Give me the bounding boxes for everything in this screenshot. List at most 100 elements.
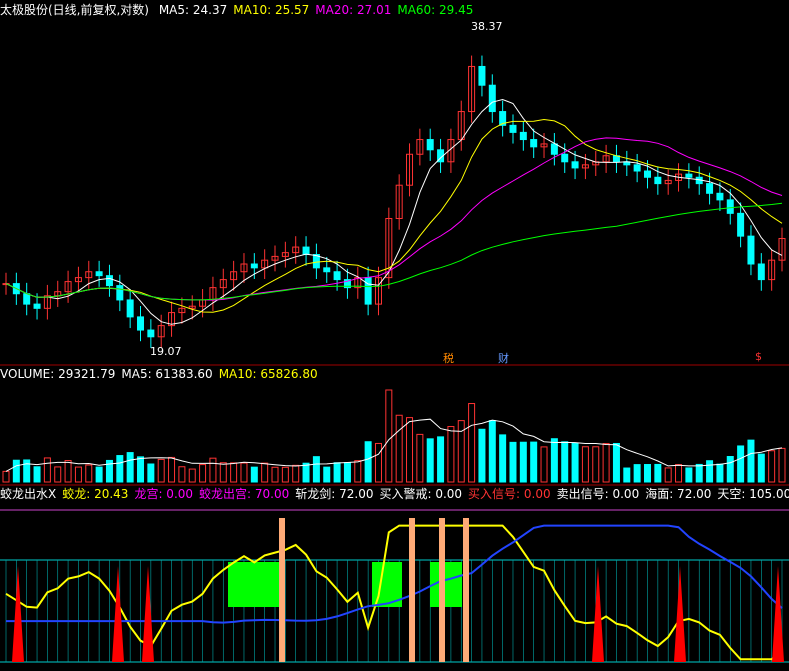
indicator-legend: 蛟龙出水X 蛟龙: 20.43 龙宫: 0.00 蛟龙出宫: 70.00 斩龙剑: 72… xyxy=(0,487,789,501)
volume-bar xyxy=(209,457,217,483)
event-marker: 税 xyxy=(443,352,454,365)
volume-bar xyxy=(695,463,703,483)
volume-bar xyxy=(706,460,714,483)
candle-body xyxy=(116,285,124,301)
indicator-label-6: 买入信号: 0.00 xyxy=(468,487,551,501)
event-marker: $ xyxy=(755,350,762,363)
volume-bar xyxy=(95,466,103,483)
volume-bar xyxy=(302,462,310,483)
volume-bar xyxy=(437,436,445,483)
volume-bar xyxy=(654,463,662,483)
price-title: 太极股份(日线,前复权,对数) xyxy=(0,3,149,17)
volume-bar xyxy=(623,467,631,483)
volume-bar xyxy=(74,466,82,483)
volume-bar xyxy=(43,457,51,483)
low-price-label: 19.07 xyxy=(150,345,182,358)
volume-bar xyxy=(571,442,579,483)
ma-legend: MA5: 24.37 MA10: 25.57 MA20: 27.01 MA60: 29… xyxy=(159,3,480,17)
volume-bar xyxy=(240,462,248,483)
candle-body xyxy=(147,329,155,338)
volume-bar xyxy=(581,446,589,483)
indicator-label-1: 蛟龙: 20.43 xyxy=(62,487,129,501)
volume-bar xyxy=(168,456,176,483)
candle-body xyxy=(105,275,113,287)
volume-bar xyxy=(374,442,382,483)
candle-body xyxy=(726,199,734,214)
indicator-label-5: 买入警戒: 0.00 xyxy=(379,487,463,501)
candle-body xyxy=(571,161,579,169)
volume-bar xyxy=(561,441,569,483)
ma20-line xyxy=(5,137,783,301)
ma-label-1: MA10: 25.57 xyxy=(233,3,310,17)
volume-bar xyxy=(64,460,72,483)
candle-body xyxy=(95,271,103,277)
volume-bar xyxy=(85,464,93,483)
candle-body xyxy=(509,124,517,133)
volume-bar xyxy=(395,414,403,483)
volume-bar xyxy=(281,466,289,483)
indicator-label-8: 海面: 72.00 xyxy=(645,487,712,501)
volume-bar xyxy=(333,462,341,483)
candle-body xyxy=(633,164,641,172)
indicator-label-0: 蛟龙出水X xyxy=(0,487,57,501)
candle-body xyxy=(126,299,134,318)
volume-bar xyxy=(385,389,393,483)
candle-body xyxy=(323,267,331,273)
candle-body xyxy=(33,303,41,309)
volume-bar xyxy=(550,438,558,483)
candle-body xyxy=(643,170,651,178)
volume-bar xyxy=(343,462,351,483)
volume-bar xyxy=(757,453,765,483)
volume-bar xyxy=(519,441,527,483)
volume-bar xyxy=(23,459,31,483)
candle-body xyxy=(488,84,496,113)
volume-bar xyxy=(219,462,227,483)
volume-label-1: MA5: 61383.60 xyxy=(121,367,213,381)
event-marker: 财 xyxy=(498,352,509,365)
volume-bar xyxy=(612,442,620,483)
volume-bar xyxy=(416,433,424,483)
volume-bar xyxy=(633,464,641,483)
volume-bar xyxy=(33,466,41,483)
volume-bar xyxy=(178,466,186,483)
indicator-label-2: 龙宫: 0.00 xyxy=(134,487,194,501)
high-price-label: 38.37 xyxy=(471,20,503,33)
indicator-layer xyxy=(5,518,784,662)
candle-body xyxy=(737,212,745,237)
volume-bar xyxy=(147,463,155,483)
volume-bar xyxy=(499,434,507,483)
volume-label-2: MA10: 65826.80 xyxy=(218,367,318,381)
volume-bar xyxy=(354,460,362,483)
volume-bar xyxy=(188,468,196,483)
volume-bar xyxy=(530,441,538,483)
signal-bar xyxy=(279,518,285,662)
candle-body xyxy=(23,293,31,305)
indicator-label-4: 斩龙剑: 72.00 xyxy=(295,487,374,501)
volume-bar xyxy=(312,456,320,483)
volume-bar xyxy=(292,464,300,483)
candle-body xyxy=(426,139,434,151)
signal-bar xyxy=(439,518,445,662)
candle-body xyxy=(716,192,724,201)
candle-body xyxy=(550,143,558,155)
ma-label-2: MA20: 27.01 xyxy=(315,3,392,17)
volume-bar xyxy=(12,459,20,483)
price-legend: 太极股份(日线,前复权,对数) MA5: 24.37 MA10: 25.57 MA2… xyxy=(0,3,485,17)
volume-bar xyxy=(137,456,145,483)
volume-bar xyxy=(54,466,62,483)
volume-bar xyxy=(685,467,693,483)
candle-body xyxy=(364,277,372,305)
volume-bar xyxy=(478,428,486,483)
volume-bar xyxy=(675,464,683,483)
candle-body xyxy=(561,153,569,163)
volume-bar xyxy=(157,458,165,483)
candle-body xyxy=(250,263,258,269)
candle-body xyxy=(706,183,714,194)
volume-bar xyxy=(2,470,10,483)
candle-body xyxy=(757,263,765,281)
volume-bar xyxy=(261,462,269,483)
volume-bar xyxy=(540,446,548,483)
volume-bar xyxy=(602,443,610,483)
buy-spike xyxy=(592,566,604,662)
volume-bar xyxy=(126,452,134,483)
